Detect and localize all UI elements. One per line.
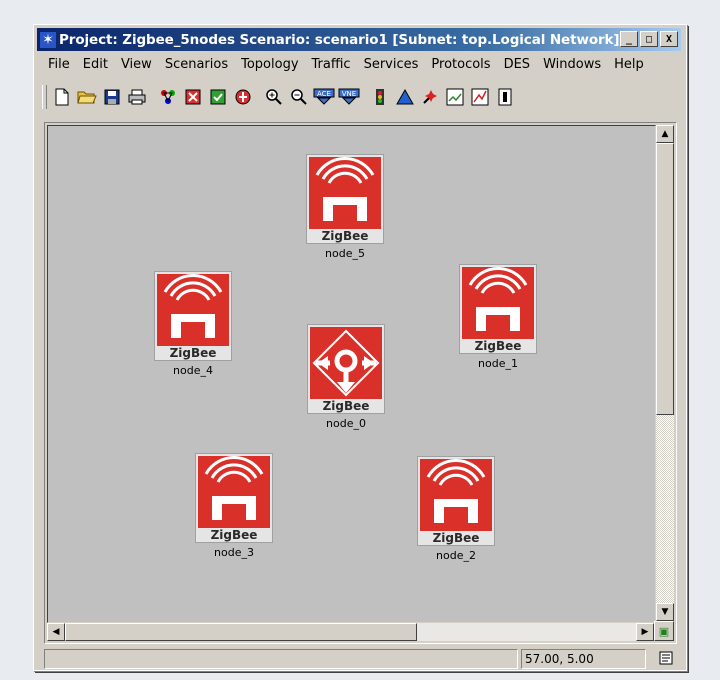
status-message [44,649,518,669]
status-coordinates: 57.00, 5.00 [521,649,646,669]
menu-topology[interactable]: Topology [235,55,305,75]
menu-windows[interactable]: Windows [537,55,608,75]
triangle-icon[interactable] [394,86,416,108]
menu-des[interactable]: DES [498,55,537,75]
scroll-down-button[interactable]: ▼ [656,603,674,621]
horizontal-scroll-thumb[interactable] [65,623,417,641]
node-brand: ZigBee [169,346,217,360]
scroll-left-button[interactable]: ◀ [47,623,65,641]
title-bar[interactable]: ✶ Project: Zigbee_5nodes Scenario: scena… [37,28,681,51]
status-log-icon[interactable] [657,649,675,667]
menu-help[interactable]: Help [608,55,651,75]
app-icon: ✶ [40,31,56,48]
menu-view[interactable]: View [115,55,159,75]
node-0[interactable]: ZigBee node_0 [306,324,386,430]
node-brand: ZigBee [210,528,258,542]
node-2[interactable]: ZigBee node_2 [416,456,496,562]
menu-services[interactable]: Services [358,55,426,75]
failure-icon[interactable] [182,86,204,108]
node-label: node_0 [326,417,366,430]
node-4[interactable]: ZigBee node_4 [153,271,233,377]
svg-text:VNE: VNE [342,90,356,98]
menu-scenarios[interactable]: Scenarios [159,55,235,75]
zigbee-end-device-icon: ZigBee [195,453,273,543]
minimize-button[interactable]: _ [620,31,638,47]
menu-bar: File Edit View Scenarios Topology Traffi… [42,55,651,75]
print-icon[interactable] [126,86,148,108]
zigbee-coordinator-icon: ZigBee [307,324,385,414]
zigbee-end-device-icon: ZigBee [417,456,495,546]
project-workspace[interactable]: ZigBee node_5 ZigBee node_4 ZigBee node_… [47,125,656,623]
node-brand: ZigBee [321,229,369,243]
zigbee-end-device-icon: ZigBee [154,271,232,361]
node-label: node_4 [173,364,213,377]
node-brand: ZigBee [432,531,480,545]
node-brand: ZigBee [474,339,522,353]
ace-import-icon[interactable]: ACE [313,86,335,108]
node-label: node_3 [214,546,254,559]
scroll-up-button[interactable]: ▲ [656,125,674,143]
node-5[interactable]: ZigBee node_5 [305,154,385,260]
node-brand: ZigBee [322,399,370,413]
menu-protocols[interactable]: Protocols [425,55,497,75]
node-label: node_1 [478,357,518,370]
run-simulation-icon[interactable] [419,86,441,108]
open-folder-icon[interactable] [76,86,98,108]
workspace-frame: ZigBee node_5 ZigBee node_4 ZigBee node_… [44,122,677,644]
scroll-right-button[interactable]: ▶ [636,623,654,641]
zoom-in-icon[interactable] [263,86,285,108]
maximize-button[interactable]: □ [640,31,658,47]
graph-icon[interactable] [469,86,491,108]
node-3[interactable]: ZigBee node_3 [194,453,274,559]
window-title: Project: Zigbee_5nodes Scenario: scenari… [59,31,620,48]
hide-graphs-icon[interactable] [494,86,516,108]
vertical-scrollbar[interactable]: ▲ ▼ [656,125,674,621]
vne-icon[interactable]: VNE [338,86,360,108]
toolbar: ACE VNE [42,83,519,111]
menu-traffic[interactable]: Traffic [306,55,358,75]
route-icon[interactable] [232,86,254,108]
vertical-scroll-thumb[interactable] [656,143,674,415]
save-icon[interactable] [101,86,123,108]
horizontal-scrollbar[interactable]: ◀ ▶ [47,623,654,641]
status-bar: 57.00, 5.00 [44,649,675,669]
corner-navigator-icon[interactable]: ▣ [654,621,674,641]
close-button[interactable]: X [660,31,678,47]
node-1[interactable]: ZigBee node_1 [458,264,538,370]
object-palette-icon[interactable] [157,86,179,108]
results-icon[interactable] [444,86,466,108]
main-window: ✶ Project: Zigbee_5nodes Scenario: scena… [33,24,687,671]
recovery-icon[interactable] [207,86,229,108]
traffic-light-icon[interactable] [369,86,391,108]
node-label: node_2 [436,549,476,562]
node-label: node_5 [325,247,365,260]
menu-file[interactable]: File [42,55,77,75]
svg-text:ACE: ACE [317,90,331,98]
toolbar-grip[interactable] [42,85,47,109]
title-buttons: _ □ X [620,31,678,47]
menu-edit[interactable]: Edit [77,55,115,75]
zigbee-end-device-icon: ZigBee [459,264,537,354]
zoom-out-icon[interactable] [288,86,310,108]
new-project-icon[interactable] [51,86,73,108]
zigbee-end-device-icon: ZigBee [306,154,384,244]
